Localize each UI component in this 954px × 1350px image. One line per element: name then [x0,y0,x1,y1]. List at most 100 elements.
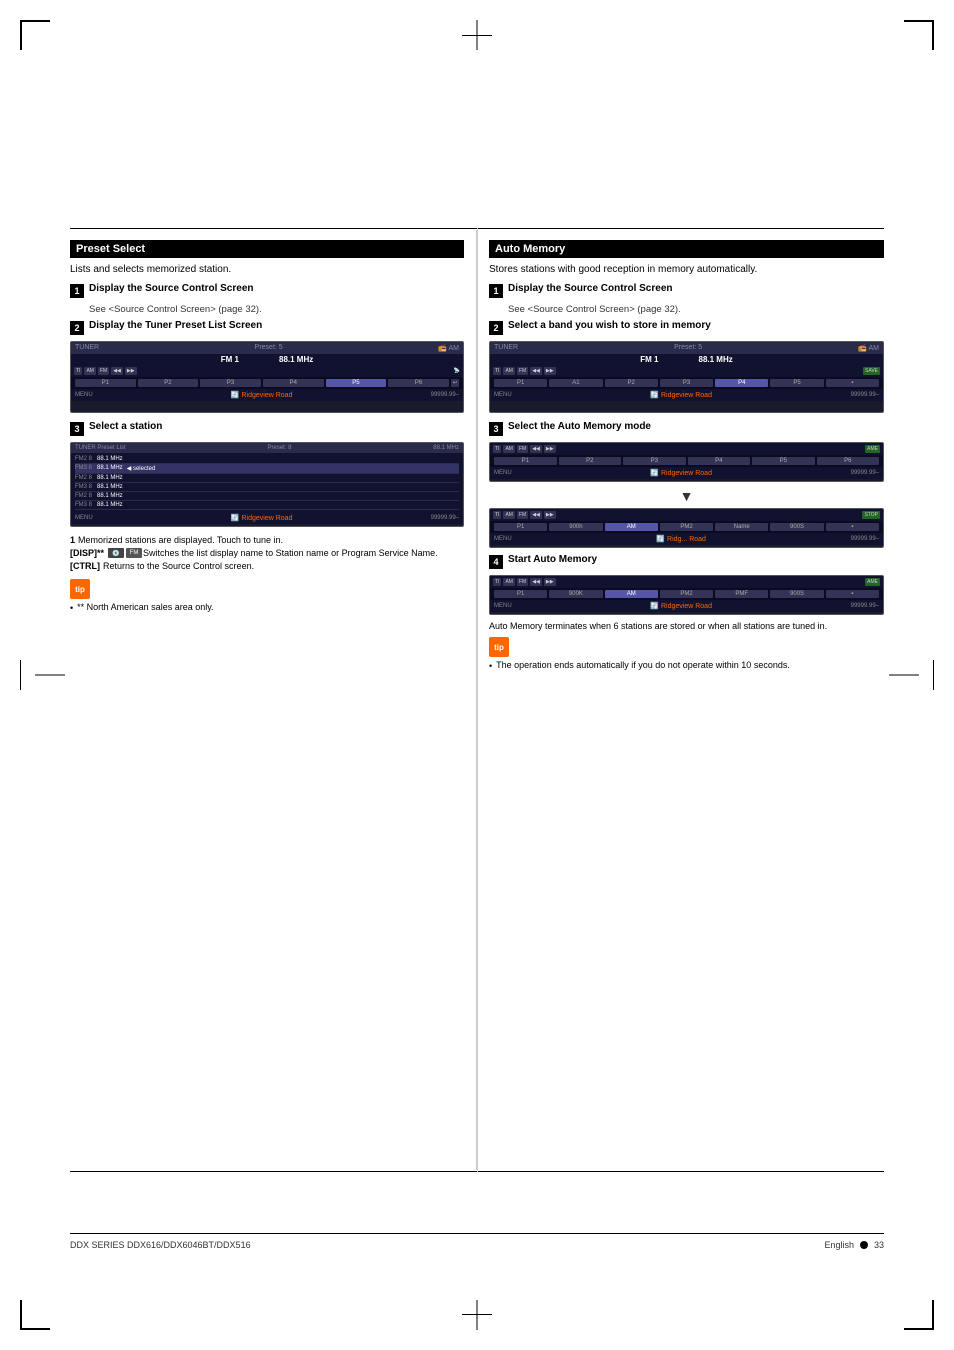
right-step-4-text: Start Auto Memory [508,554,597,565]
step-2-text: Display the Tuner Preset List Screen [89,320,262,331]
tuner-icons: 📻 AM [438,344,459,352]
note-1-text: Memorized stations are displayed. Touch … [78,535,283,545]
right-bullet-1: • The operation ends automatically if yo… [489,660,884,671]
preset-list-bottom: MENU 🔄 Ridgeview Road 99999.99– [71,512,463,524]
preset-p2[interactable]: P2 [138,379,199,387]
bullet-text-1: ** North American sales area only. [77,602,213,612]
preset-p4[interactable]: P4 [263,379,324,387]
right-step-1-text: Display the Source Control Screen [508,283,673,294]
band-fm-btn[interactable]: FM [98,367,109,375]
crosshair-bottom-v [477,1300,478,1330]
corner-mark-tr [904,20,934,50]
preset-p1[interactable]: P1 [75,379,136,387]
freq-right: 99999.99– [431,392,459,398]
corner-mark-tl [20,20,50,50]
main-content: Preset Select Lists and selects memorize… [70,230,884,1170]
note-disp: [DISP]** 💿 FM Switches the list display … [70,548,464,558]
preset-list-screen-image: TUNER Preset List Preset: 8 88.1 MHz FM2… [70,442,464,527]
tuner-mode: 📡 [454,368,460,374]
preset-list-label: TUNER Preset List [75,445,126,451]
right-tuner-screen-3a: TI AM FM ◀◀ ▶▶ AME P1 P2 P3 P4 P5 P6 [489,442,884,482]
preset-list-row-0: FM2 8 88.1 MHz [75,455,459,464]
auto-memory-header: Auto Memory [489,240,884,258]
tuner-top-bar: TUNER Preset: 5 📻 AM [71,342,463,354]
seek-fwd-btn[interactable]: ▶▶ [125,367,137,375]
right-step-3-text: Select the Auto Memory mode [508,421,651,432]
menu-label: MENU [75,392,93,398]
note-disp-key: [DISP]** [70,548,104,558]
crosshair-top-v [477,20,478,50]
step-1: 1 Display the Source Control Screen [70,283,464,298]
tuner-screen-image: TUNER Preset: 5 📻 AM FM 1 88.1 MHz TI AM… [70,341,464,413]
right-step-1: 1 Display the Source Control Screen [489,283,884,298]
step-1-sub: See <Source Control Screen> (page 32). [89,304,464,315]
right-step-2: 2 Select a band you wish to store in mem… [489,320,884,335]
language-label: English [824,1240,854,1250]
right-step-1-num: 1 [489,284,503,298]
auto-memory-desc: Stores stations with good reception in m… [489,264,884,275]
note-1: 1 Memorized stations are displayed. Touc… [70,535,464,545]
preset-select-header: Preset Select [70,240,464,258]
note-ctrl: [CTRL] Returns to the Source Control scr… [70,561,464,571]
step-3-text: Select a station [89,421,162,432]
page-number: 33 [874,1240,884,1250]
fm-badge-icon: FM [126,548,142,558]
preset-list-row-3: FM3 8 88.1 MHz [75,483,459,492]
step-2-num: 2 [70,321,84,335]
preset-p3[interactable]: P3 [200,379,261,387]
right-tuner-screen-4: TI AM FM ◀◀ ▶▶ AME P1 900K AM PM2 PMF 90… [489,575,884,615]
page-circle-icon [860,1241,868,1249]
step-1-text: Display the Source Control Screen [89,283,254,294]
corner-mark-bl [20,1300,50,1330]
right-step-2-text: Select a band you wish to store in memor… [508,320,711,331]
preset-list-freq: 88.1 MHz [433,445,459,451]
preset-list-row-2: FM2 8 88.1 MHz [75,474,459,483]
tuner-label: TUNER [75,344,99,352]
auto-memory-section: Auto Memory Stores stations with good re… [477,230,884,1170]
step-2: 2 Display the Tuner Preset List Screen [70,320,464,335]
preset-p6[interactable]: P6 [388,379,449,387]
corner-mark-br [904,1300,934,1330]
note-ctrl-key: [CTRL] [70,561,100,571]
preset-select-section: Preset Select Lists and selects memorize… [70,230,477,1170]
menu-label-2: MENU [75,515,93,521]
preset-list-row-5: FM3 8 88.1 MHz [75,501,459,510]
tuner-presets-row: P1 P2 P3 P4 P5 P6 ↩ [71,377,463,389]
footer: DDX SERIES DDX616/DDX6046BT/DDX516 Engli… [70,1233,884,1250]
preset-p5[interactable]: P5 [326,379,387,387]
preset-list-row-1: FM3 8 88.1 MHz ◀ selected [75,464,459,474]
step-1-num: 1 [70,284,84,298]
crosshair-left-h [35,675,65,676]
note-disp-text: Switches the list display name to Statio… [143,548,438,558]
scroll-btn[interactable]: ↩ [451,379,459,387]
freq-right-2: 99999.99– [431,515,459,521]
note-1-key: 1 [70,535,75,545]
band-am-btn[interactable]: AM [84,367,96,375]
step-3-num: 3 [70,422,84,436]
right-tuner-screen-2: TUNER Preset: 5 📻 AM FM 1 88.1 MHz TI AM… [489,341,884,413]
crosshair-right-v [933,660,934,690]
step-3: 3 Select a station [70,421,464,436]
tip-icon-right: tip [489,637,509,657]
auto-memory-note: Auto Memory terminates when 6 stations a… [489,621,884,631]
tuner-controls-row: TI AM FM ◀◀ ▶▶ 📡 [71,365,463,377]
nav-icon-2: 🔄 Ridgeview Road [231,514,293,522]
right-step-2-num: 2 [489,321,503,335]
disc-icon: 💿 [108,548,124,558]
preset-list-body: FM2 8 88.1 MHz FM3 8 88.1 MHz ◀ selected… [71,453,463,512]
right-tuner-top-2: TUNER Preset: 5 📻 AM [490,342,883,354]
note-ctrl-text: Returns to the Source Control screen. [103,561,254,571]
right-step-3: 3 Select the Auto Memory mode [489,421,884,436]
right-step-1-sub: See <Source Control Screen> (page 32). [508,304,884,315]
right-step-4-num: 4 [489,555,503,569]
crosshair-left-v [20,660,21,690]
seek-back-btn[interactable]: ◀◀ [111,367,123,375]
band-ti-btn[interactable]: TI [74,367,82,375]
preset-list-row-4: FM2 8 88.1 MHz [75,492,459,501]
crosshair-right-h [889,675,919,676]
tip-area-left: tip • ** North American sales area only. [70,579,464,613]
tuner-freq-display: FM 1 88.1 MHz [71,354,463,365]
bullet-symbol-1: • [70,603,73,613]
right-bullet-text: The operation ends automatically if you … [496,660,790,670]
bullet-1: • ** North American sales area only. [70,602,464,613]
